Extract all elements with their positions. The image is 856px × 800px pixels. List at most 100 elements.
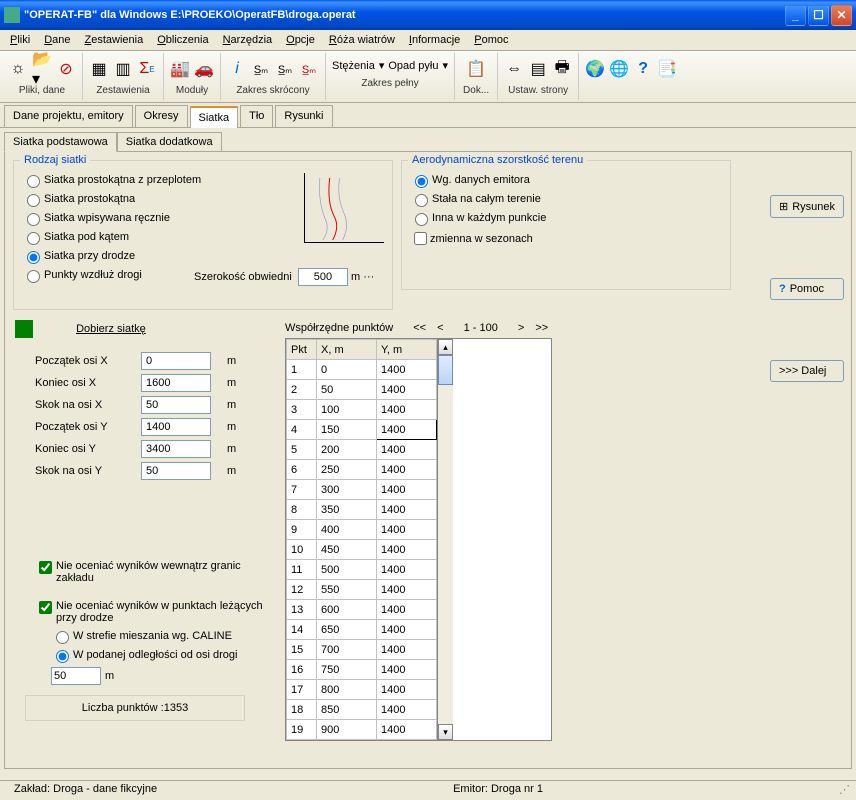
pomoc-button[interactable]: ?Pomoc: [770, 278, 844, 300]
menu-opcje[interactable]: Opcje: [280, 32, 321, 48]
doc-icon[interactable]: 📋: [466, 59, 486, 79]
tab-0[interactable]: Dane projektu, emitory: [4, 105, 133, 127]
minimize-button[interactable]: _: [785, 5, 806, 26]
table-row[interactable]: 104501400: [287, 540, 437, 560]
help-icon[interactable]: ?: [633, 59, 653, 79]
scroll-up[interactable]: ▴: [438, 339, 453, 355]
maximize-button[interactable]: ☐: [808, 5, 829, 26]
axis-input-1[interactable]: [141, 374, 211, 392]
tab-1[interactable]: Okresy: [135, 105, 188, 127]
obwiedni-input[interactable]: [298, 268, 348, 286]
menu-dane[interactable]: Dane: [38, 32, 76, 48]
folder-open-icon[interactable]: 📂▾: [32, 59, 52, 79]
scroll-thumb[interactable]: [438, 355, 453, 385]
radio-odleglosc[interactable]: [56, 650, 69, 663]
table-row[interactable]: 188501400: [287, 700, 437, 720]
axis-input-4[interactable]: [141, 440, 211, 458]
check-wewnatrz[interactable]: [39, 561, 52, 574]
sun-icon[interactable]: ☼: [8, 59, 28, 79]
subtab-1[interactable]: Siatka dodatkowa: [117, 132, 222, 152]
menu-obliczenia[interactable]: Obliczenia: [151, 32, 214, 48]
rodzaj-radio-1[interactable]: [27, 194, 40, 207]
toolbar-group-ustaw: ⇔ ▤ 🖶 Ustaw. strony: [498, 53, 579, 100]
resize-grip[interactable]: ⋰: [839, 783, 850, 798]
nav-first[interactable]: <<: [409, 322, 430, 334]
scroll-down[interactable]: ▾: [438, 724, 453, 740]
table-row[interactable]: 41501400: [287, 420, 437, 440]
car-icon[interactable]: 🚗: [194, 59, 214, 79]
table-row[interactable]: 62501400: [287, 460, 437, 480]
toolbar-group-zakres-skrocony: i S̲ₘ S̲ₘ S̲ₘ Zakres skrócony: [221, 53, 326, 100]
rodzaj-radio-5[interactable]: [27, 270, 40, 283]
table-row[interactable]: 178001400: [287, 680, 437, 700]
exit-icon[interactable]: 📑: [657, 59, 677, 79]
radio-caline[interactable]: [56, 631, 69, 644]
sigma-icon[interactable]: ΣE: [137, 59, 157, 79]
table-row[interactable]: 146501400: [287, 620, 437, 640]
table-row[interactable]: 115001400: [287, 560, 437, 580]
smm3-icon[interactable]: S̲ₘ: [299, 59, 319, 79]
opad-dropdown[interactable]: Opad pyłu: [388, 60, 438, 72]
tab-2[interactable]: Siatka: [190, 106, 239, 128]
axis-input-2[interactable]: [141, 396, 211, 414]
axis-label-3: Początek osi Y: [35, 421, 135, 433]
dist-input[interactable]: [51, 667, 101, 685]
nav-next[interactable]: >: [514, 322, 528, 334]
table2-icon[interactable]: ▥: [113, 59, 133, 79]
dalej-button[interactable]: >>> Dalej: [770, 360, 844, 382]
close-button[interactable]: ✕: [831, 5, 852, 26]
coords-table[interactable]: PktX, mY, m10140025014003100140041501400…: [285, 338, 552, 741]
table-row[interactable]: 73001400: [287, 480, 437, 500]
width-icon[interactable]: ⇔: [504, 59, 524, 79]
smm2-icon[interactable]: S̲ₘ: [275, 59, 295, 79]
page-icon[interactable]: ▤: [528, 59, 548, 79]
table-row[interactable]: 52001400: [287, 440, 437, 460]
chimney-icon[interactable]: 🏭: [170, 59, 190, 79]
table-row[interactable]: 199001400: [287, 720, 437, 740]
subtab-0[interactable]: Siatka podstawowa: [4, 132, 117, 152]
smm1-icon[interactable]: S̲ₘ: [251, 59, 271, 79]
table-row[interactable]: 31001400: [287, 400, 437, 420]
legend-rodzaj: Rodzaj siatki: [20, 154, 90, 166]
nav-last[interactable]: >>: [531, 322, 552, 334]
aero-seasons-checkbox[interactable]: [414, 232, 427, 245]
menu-pliki[interactable]: Pliki: [4, 32, 36, 48]
rysunek-button[interactable]: ⊞Rysunek: [770, 195, 844, 218]
menu-narzędzia[interactable]: Narzędzia: [217, 32, 279, 48]
rodzaj-radio-3[interactable]: [27, 232, 40, 245]
tab-3[interactable]: Tło: [240, 105, 273, 127]
stezenia-dropdown[interactable]: Stężenia: [332, 60, 375, 72]
table-row[interactable]: 101400: [287, 360, 437, 380]
axis-input-3[interactable]: [141, 418, 211, 436]
table-row[interactable]: 157001400: [287, 640, 437, 660]
print-icon[interactable]: 🖶: [552, 59, 572, 79]
rodzaj-radio-0[interactable]: [27, 175, 40, 188]
info-icon[interactable]: i: [227, 59, 247, 79]
table-icon[interactable]: ▦: [89, 59, 109, 79]
forbidden-icon[interactable]: ⊘: [56, 59, 76, 79]
menu-róża wiatrów[interactable]: Róża wiatrów: [323, 32, 401, 48]
axis-input-5[interactable]: [141, 462, 211, 480]
table-row[interactable]: 125501400: [287, 580, 437, 600]
table-row[interactable]: 83501400: [287, 500, 437, 520]
menu-zestawienia[interactable]: Zestawienia: [79, 32, 150, 48]
table-row[interactable]: 136001400: [287, 600, 437, 620]
tab-4[interactable]: Rysunki: [275, 105, 332, 127]
aero-radio-0[interactable]: [415, 175, 428, 188]
aero-radio-2[interactable]: [415, 213, 428, 226]
menu-informacje[interactable]: Informacje: [403, 32, 466, 48]
rodzaj-radio-4[interactable]: [27, 251, 40, 264]
scrollbar[interactable]: ▴ ▾: [437, 339, 453, 740]
dobierz-link[interactable]: Dobierz siatkę: [76, 323, 146, 335]
menu-pomoc[interactable]: Pomoc: [468, 32, 514, 48]
table-row[interactable]: 2501400: [287, 380, 437, 400]
globe-icon[interactable]: 🌍: [585, 59, 605, 79]
axis-input-0[interactable]: [141, 352, 211, 370]
rodzaj-radio-2[interactable]: [27, 213, 40, 226]
table-row[interactable]: 167501400: [287, 660, 437, 680]
check-drodze[interactable]: [39, 601, 52, 614]
table-row[interactable]: 94001400: [287, 520, 437, 540]
globe2-icon[interactable]: 🌐: [609, 59, 629, 79]
aero-radio-1[interactable]: [415, 194, 428, 207]
nav-prev[interactable]: <: [433, 322, 447, 334]
